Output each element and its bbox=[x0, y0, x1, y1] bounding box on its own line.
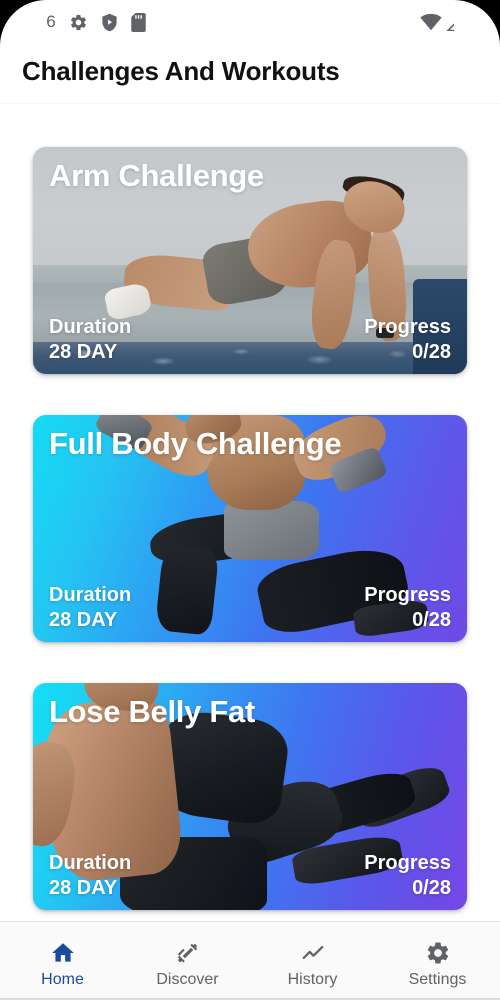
challenge-card-overlay: Arm Challenge Duration 28 DAY Progress 0… bbox=[33, 147, 467, 374]
wifi-icon bbox=[420, 13, 442, 31]
duration-block: Duration 28 DAY bbox=[49, 851, 131, 900]
challenge-title: Full Body Challenge bbox=[49, 427, 451, 461]
dumbbell-icon bbox=[175, 940, 201, 966]
duration-block: Duration 28 DAY bbox=[49, 583, 131, 632]
challenge-card-overlay: Lose Belly Fat Duration 28 DAY Progress … bbox=[33, 683, 467, 910]
duration-block: Duration 28 DAY bbox=[49, 315, 131, 364]
challenge-card-footer: Duration 28 DAY Progress 0/28 bbox=[49, 315, 451, 364]
page-title: Challenges And Workouts bbox=[22, 56, 478, 87]
challenge-list[interactable]: Arm Challenge Duration 28 DAY Progress 0… bbox=[0, 106, 500, 921]
shield-play-icon bbox=[101, 13, 118, 32]
nav-label-discover: Discover bbox=[156, 972, 218, 988]
progress-label: Progress bbox=[364, 851, 451, 875]
progress-value: 0/28 bbox=[412, 340, 451, 364]
duration-label: Duration bbox=[49, 583, 131, 607]
sd-card-icon bbox=[131, 13, 146, 32]
home-icon bbox=[50, 940, 76, 966]
duration-value: 28 DAY bbox=[49, 340, 131, 364]
progress-block: Progress 0/28 bbox=[364, 315, 451, 364]
progress-value: 0/28 bbox=[412, 608, 451, 632]
nav-item-discover[interactable]: Discover bbox=[125, 934, 250, 988]
duration-value: 28 DAY bbox=[49, 876, 131, 900]
trending-up-icon bbox=[300, 940, 326, 966]
app-bar: Challenges And Workouts bbox=[0, 44, 500, 103]
challenge-title: Arm Challenge bbox=[49, 159, 451, 193]
duration-value: 28 DAY bbox=[49, 608, 131, 632]
gear-icon bbox=[69, 13, 88, 32]
progress-value: 0/28 bbox=[412, 876, 451, 900]
battery-icon bbox=[470, 12, 482, 32]
app-bar-divider bbox=[0, 103, 500, 104]
nav-label-history: History bbox=[288, 972, 338, 988]
bottom-navigation: Home Discover History bbox=[0, 921, 500, 1000]
challenge-card-footer: Duration 28 DAY Progress 0/28 bbox=[49, 583, 451, 632]
challenge-card-overlay: Full Body Challenge Duration 28 DAY Prog… bbox=[33, 415, 467, 642]
status-bar: 3:56 bbox=[0, 0, 500, 44]
challenge-card-lose-belly-fat[interactable]: Lose Belly Fat Duration 28 DAY Progress … bbox=[33, 683, 467, 910]
gear-icon bbox=[425, 940, 451, 966]
nav-label-settings: Settings bbox=[409, 972, 467, 988]
duration-label: Duration bbox=[49, 315, 131, 339]
cellular-signal-icon bbox=[446, 13, 466, 31]
status-bar-right bbox=[420, 12, 482, 32]
nav-label-home: Home bbox=[41, 972, 84, 988]
nav-item-settings[interactable]: Settings bbox=[375, 934, 500, 988]
app-screen: 3:56 bbox=[0, 0, 500, 1000]
progress-block: Progress 0/28 bbox=[364, 851, 451, 900]
status-time: 3:56 bbox=[22, 13, 56, 30]
progress-block: Progress 0/28 bbox=[364, 583, 451, 632]
challenge-card-arm[interactable]: Arm Challenge Duration 28 DAY Progress 0… bbox=[33, 147, 467, 374]
nav-item-history[interactable]: History bbox=[250, 934, 375, 988]
challenge-card-footer: Duration 28 DAY Progress 0/28 bbox=[49, 851, 451, 900]
nav-item-home[interactable]: Home bbox=[0, 934, 125, 988]
challenge-card-full-body[interactable]: Full Body Challenge Duration 28 DAY Prog… bbox=[33, 415, 467, 642]
progress-label: Progress bbox=[364, 583, 451, 607]
challenge-title: Lose Belly Fat bbox=[49, 695, 451, 729]
duration-label: Duration bbox=[49, 851, 131, 875]
progress-label: Progress bbox=[364, 315, 451, 339]
status-bar-left: 3:56 bbox=[22, 13, 146, 32]
